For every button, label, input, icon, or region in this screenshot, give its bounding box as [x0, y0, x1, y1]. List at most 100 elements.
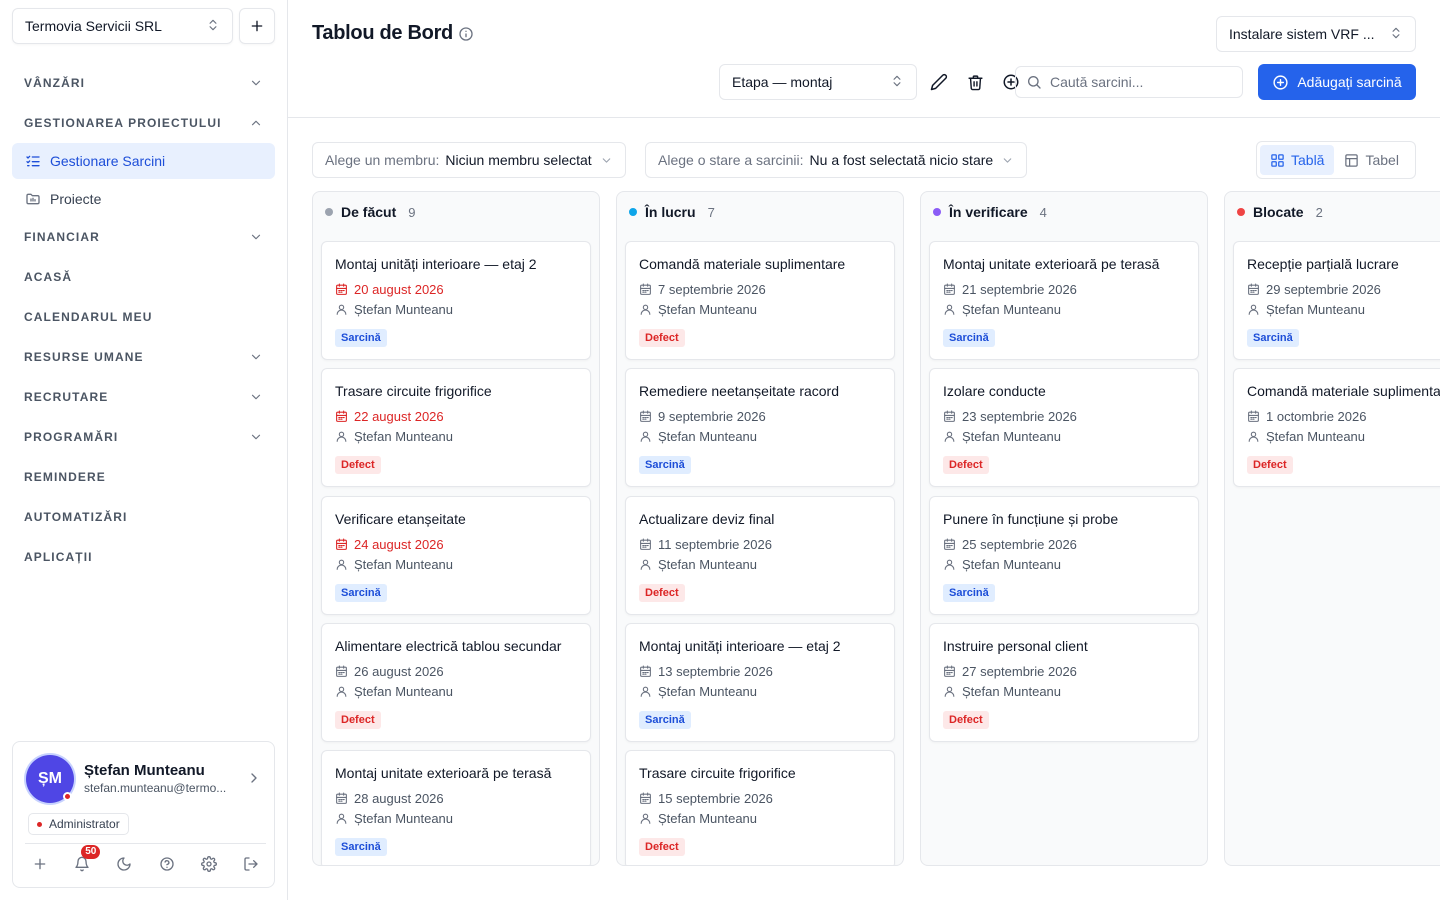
task-title: Comandă materiale suplimentare — [639, 256, 846, 272]
view-board-label: Tablă — [1291, 152, 1325, 168]
nav-section-0[interactable]: VÂNZĂRI — [12, 63, 275, 103]
view-table-button[interactable]: Tabel — [1334, 145, 1408, 175]
column-header: În verificare 4 — [921, 192, 1207, 232]
add-company-button[interactable] — [239, 8, 275, 44]
grid-icon — [1270, 153, 1285, 168]
logout-icon — [244, 857, 258, 871]
task-title: Alimentare electrică tablou secundar — [335, 637, 562, 654]
calendar-icon — [639, 283, 652, 296]
user-icon — [1247, 303, 1260, 316]
task-title: Verificare etanșeitate — [335, 510, 466, 527]
task-due-date: 21 septembrie 2026 — [943, 282, 1077, 297]
nav-section-9[interactable]: PROGRAMĂRI — [12, 417, 275, 457]
nav-section-label: CALENDARUL MEU — [24, 310, 153, 324]
column-header: În lucru 7 — [617, 192, 903, 232]
nav-section-1[interactable]: GESTIONAREA PROIECTULUI — [12, 103, 275, 143]
task-assignee-name: Ștefan Munteanu — [658, 683, 758, 699]
task-type-badge: Defect — [639, 329, 685, 347]
view-table-label: Tabel — [1365, 152, 1399, 168]
nav-section-label: AUTOMATIZĂRI — [24, 510, 128, 524]
nav-section-6[interactable]: CALENDARUL MEU — [12, 297, 275, 337]
task-card[interactable]: Izolare conducte 23 septembrie 2026 Ștefan… — [929, 368, 1199, 488]
info-icon[interactable] — [458, 26, 474, 45]
delete-stage-button[interactable] — [963, 70, 987, 94]
column-count: 9 — [408, 204, 416, 220]
user-icon — [1247, 430, 1260, 443]
task-assignee: Ștefan Munteanu — [335, 302, 453, 317]
search-icon — [1028, 76, 1041, 89]
task-card[interactable]: Montaj unități interioare — etaj 2 20 aug… — [321, 241, 591, 360]
stage-select[interactable]: Etapa — montaj — [719, 64, 917, 100]
member-filter[interactable]: Alege un membru: Niciun membru selectat — [312, 142, 626, 178]
task-assignee: Ștefan Munteanu — [943, 684, 1061, 699]
task-card[interactable]: Verificare etanșeitate 24 august 2026 Ștef… — [321, 495, 591, 615]
task-type-badge: Sarcină — [639, 456, 691, 475]
task-assignee-name: Ștefan Munteanu — [354, 556, 454, 572]
chevron-right-icon[interactable] — [246, 770, 262, 789]
task-assignee-name: Ștefan Munteanu — [962, 556, 1062, 572]
search-field[interactable] — [1015, 66, 1243, 98]
nav-section-7[interactable]: RESURSE UMANE — [12, 337, 275, 377]
company-select[interactable]: Termovia Servicii SRL — [12, 8, 233, 44]
search-input[interactable] — [1050, 74, 1230, 90]
sidebar-nav: VÂNZĂRI GESTIONAREA PROIECTULUI Gestionare… — [12, 63, 275, 577]
task-card[interactable]: Trasare circuite frigorifice 15 septembri… — [625, 750, 895, 865]
notifications-button[interactable]: 50 — [65, 845, 101, 878]
task-card[interactable]: Montaj unitate exterioară pe terasă 21 se… — [929, 241, 1199, 360]
task-card[interactable]: Punere în funcțiune și probe 25 septembri… — [929, 495, 1199, 615]
task-card[interactable]: Montaj unități interioare — etaj 2 13 sep… — [625, 622, 895, 742]
task-date-text: 24 august 2026 — [354, 536, 444, 552]
task-card[interactable]: Montaj unitate exterioară pe terasă 28 au… — [321, 750, 591, 865]
task-card[interactable]: Actualizare deviz final 11 septembrie 202… — [625, 495, 895, 615]
task-card[interactable]: Remediere neetanșeitate racord 9 septembr… — [625, 368, 895, 488]
sidebar-item-2[interactable]: Gestionare Sarcini — [12, 143, 275, 179]
sidebar-item-3[interactable]: Proiecte — [12, 181, 275, 217]
nav-section-11[interactable]: AUTOMATIZĂRI — [12, 497, 275, 537]
task-card[interactable]: Comandă materiale suplimentare 7 septembr… — [625, 241, 895, 360]
sidebar-item-label: Gestionare Sarcini — [50, 153, 166, 169]
task-card[interactable]: Trasare circuite frigorifice 22 august 20… — [321, 368, 591, 488]
column-status-dot — [629, 208, 637, 216]
status-filter[interactable]: Alege o stare a sarcinii: Nu a fost sele… — [645, 142, 1028, 178]
task-title: Izolare conducte — [943, 383, 1046, 400]
task-date-text: 13 septembrie 2026 — [658, 663, 773, 679]
task-date-text: 22 august 2026 — [354, 409, 444, 425]
edit-stage-button[interactable] — [927, 70, 951, 94]
help-button[interactable] — [150, 850, 184, 878]
nav-section-4[interactable]: FINANCIAR — [12, 217, 275, 257]
nav-section-10[interactable]: REMINDERE — [12, 457, 275, 497]
add-task-button[interactable]: Adăugați sarcină — [1258, 64, 1416, 100]
task-card[interactable]: Instruire personal client 27 septembrie 2… — [929, 622, 1199, 742]
help-icon — [159, 857, 174, 871]
user-card[interactable]: ȘM Ștefan Munteanu stefan.munteanu@termo… — [12, 741, 275, 888]
task-assignee-name: Ștefan Munteanu — [962, 302, 1062, 317]
board-column: Blocate 2 Recepție parțială lucrare 29 sept… — [1224, 191, 1440, 866]
task-type-badge: Defect — [1247, 456, 1293, 475]
task-assignee-name: Ștefan Munteanu — [962, 429, 1062, 445]
theme-toggle-button[interactable] — [107, 850, 141, 878]
nav-section-8[interactable]: RECRUTARE — [12, 377, 275, 417]
company-name: Termovia Servicii SRL — [25, 18, 162, 34]
chevron-down-icon — [600, 154, 613, 167]
column-header: De făcut 9 — [313, 192, 599, 232]
nav-section-label: FINANCIAR — [24, 230, 100, 244]
plus-icon — [251, 20, 263, 32]
task-due-date: 25 septembrie 2026 — [943, 537, 1077, 552]
task-card[interactable]: Comandă materiale suplimentare 1 octombri… — [1233, 368, 1440, 488]
nav-section-12[interactable]: APLICAȚII — [12, 537, 275, 577]
user-icon — [639, 430, 652, 443]
task-due-date: 7 septembrie 2026 — [639, 282, 766, 297]
view-board-button[interactable]: Tablă — [1260, 145, 1335, 175]
settings-button[interactable] — [192, 850, 226, 878]
calendar-icon — [1247, 410, 1260, 423]
task-card[interactable]: Alimentare electrică tablou secundar 26 a… — [321, 622, 591, 742]
task-title: Actualizare deviz final — [639, 510, 775, 527]
task-assignee: Ștefan Munteanu — [1247, 302, 1365, 317]
task-assignee-name: Ștefan Munteanu — [658, 556, 758, 572]
nav-section-5[interactable]: ACASĂ — [12, 257, 275, 297]
task-title: Montaj unitate exterioară pe terasă — [335, 765, 552, 782]
task-card[interactable]: Recepție parțială lucrare 29 septembrie 2… — [1233, 241, 1440, 360]
project-select[interactable]: Instalare sistem VRF ... — [1216, 16, 1416, 52]
add-button[interactable] — [23, 850, 57, 878]
logout-button[interactable] — [234, 850, 268, 878]
